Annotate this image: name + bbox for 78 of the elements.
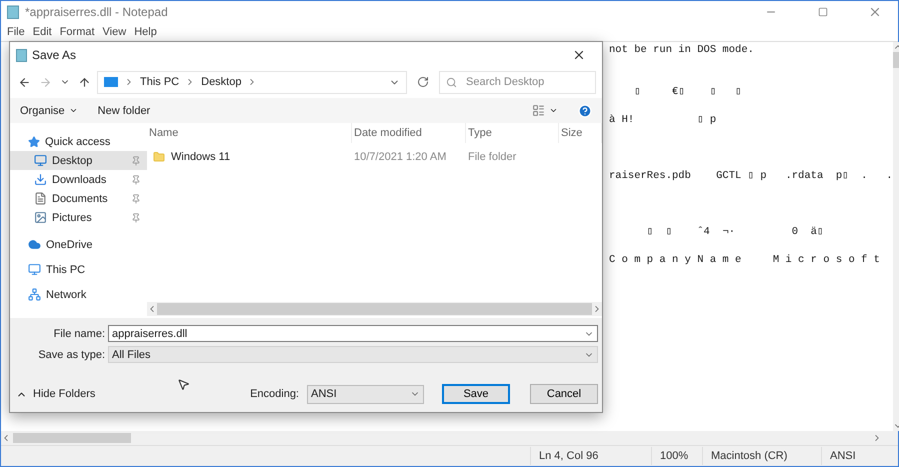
menu-item[interactable]: Help bbox=[130, 26, 161, 38]
status-zoom: 100% bbox=[651, 447, 702, 465]
field-label: File name: bbox=[52, 328, 106, 340]
file-type-select[interactable]: All Files bbox=[108, 346, 598, 363]
sidebar-item[interactable]: Downloads bbox=[10, 170, 147, 189]
address-bar[interactable]: This PC Desktop bbox=[97, 70, 407, 94]
sidebar-item[interactable]: Documents bbox=[10, 189, 147, 208]
text-line: à H! ▯ p bbox=[609, 113, 718, 127]
forward-arrow-icon bbox=[39, 76, 52, 88]
column-header[interactable]: Name bbox=[147, 123, 352, 143]
organise-button[interactable]: Organise bbox=[20, 104, 78, 116]
notepad-icon bbox=[7, 5, 19, 19]
computer-icon bbox=[104, 76, 118, 88]
document-icon bbox=[34, 192, 47, 205]
cloud-icon bbox=[28, 238, 41, 251]
menu-item[interactable]: View bbox=[98, 26, 130, 38]
caret-icon bbox=[549, 106, 558, 115]
close-icon bbox=[868, 5, 882, 19]
dialog-title: Save As bbox=[32, 48, 78, 62]
text-line: not be run in DOS mode. bbox=[609, 43, 755, 57]
column-header[interactable]: Type bbox=[466, 123, 559, 143]
caret-icon bbox=[68, 106, 78, 115]
refresh-icon bbox=[417, 76, 429, 88]
cancel-button[interactable]: Cancel bbox=[530, 384, 598, 404]
menu-item[interactable]: File bbox=[3, 26, 29, 38]
menu-item[interactable]: Format bbox=[56, 26, 99, 38]
date-cell-text: 10/7/2021 1:20 AM bbox=[353, 151, 448, 163]
encoding-select[interactable]: ANSI bbox=[307, 384, 424, 404]
hide-folders-button[interactable]: Hide Folders bbox=[16, 388, 96, 400]
status-position: Ln 4, Col 96 bbox=[530, 447, 651, 465]
notepad-icon bbox=[16, 48, 27, 62]
back-arrow-icon bbox=[18, 76, 31, 88]
save-button[interactable]: Save bbox=[442, 384, 510, 404]
text-line: ▯ ▯ ˆ4 ¬· 0 ä▯ bbox=[646, 225, 824, 239]
folder-icon bbox=[153, 151, 165, 163]
help-icon bbox=[578, 104, 592, 118]
breadcrumb-item[interactable]: This PC bbox=[140, 76, 180, 88]
text-line: raiserRes.pdb GCTL ▯ p .rdata p▯ . . bbox=[609, 169, 893, 183]
sidebar-item[interactable]: Quick access bbox=[10, 132, 147, 151]
column-header[interactable]: Date modified bbox=[352, 123, 466, 143]
text-line: C o m p a n y N a m e M i c r o s o f t bbox=[609, 253, 881, 267]
mouse-pointer-icon bbox=[177, 378, 190, 391]
sidebar-item[interactable]: OneDrive bbox=[10, 235, 147, 254]
sidebar-item[interactable]: This PC bbox=[10, 260, 147, 279]
status-line-ending: Macintosh (CR) bbox=[702, 447, 821, 465]
type-cell-text: File folder bbox=[467, 151, 518, 163]
sidebar-item[interactable]: Network bbox=[10, 285, 147, 304]
up-arrow-icon bbox=[78, 76, 91, 88]
star-icon bbox=[28, 136, 40, 148]
download-arrow-icon bbox=[34, 173, 47, 186]
pin-icon bbox=[131, 212, 141, 222]
file-name-cell[interactable]: Windows 11 bbox=[147, 151, 352, 163]
picture-icon bbox=[34, 211, 47, 224]
new-folder-button[interactable]: New folder bbox=[98, 104, 150, 116]
network-icon bbox=[28, 288, 41, 301]
maximize-icon bbox=[818, 7, 828, 17]
view-options-button[interactable] bbox=[532, 104, 558, 117]
sidebar-item[interactable]: Pictures bbox=[10, 208, 147, 227]
window-title: *appraiserres.dll - Notepad bbox=[25, 5, 169, 19]
pin-icon bbox=[131, 194, 141, 204]
close-icon bbox=[572, 48, 586, 62]
field-label: Save as type: bbox=[37, 348, 106, 360]
menu-item[interactable]: Edit bbox=[28, 26, 56, 38]
search-icon bbox=[446, 76, 457, 88]
list-view-icon bbox=[532, 104, 545, 117]
pin-icon bbox=[131, 156, 141, 166]
pin-icon bbox=[131, 174, 141, 184]
sidebar-item[interactable]: Desktop bbox=[10, 151, 147, 170]
search-field[interactable]: Search Desktop bbox=[439, 70, 596, 94]
breadcrumb-item[interactable]: Desktop bbox=[201, 76, 242, 88]
help-button[interactable] bbox=[578, 104, 592, 118]
monitor-icon bbox=[34, 154, 47, 167]
status-encoding: ANSI bbox=[821, 447, 898, 465]
file-name-field[interactable]: appraiserres.dll bbox=[108, 325, 598, 342]
column-header[interactable]: Size bbox=[559, 123, 602, 143]
text-line: ▯ €▯ ▯ ▯ bbox=[633, 85, 742, 99]
encoding-label: Encoding: bbox=[250, 388, 299, 400]
computer-icon bbox=[28, 263, 41, 276]
